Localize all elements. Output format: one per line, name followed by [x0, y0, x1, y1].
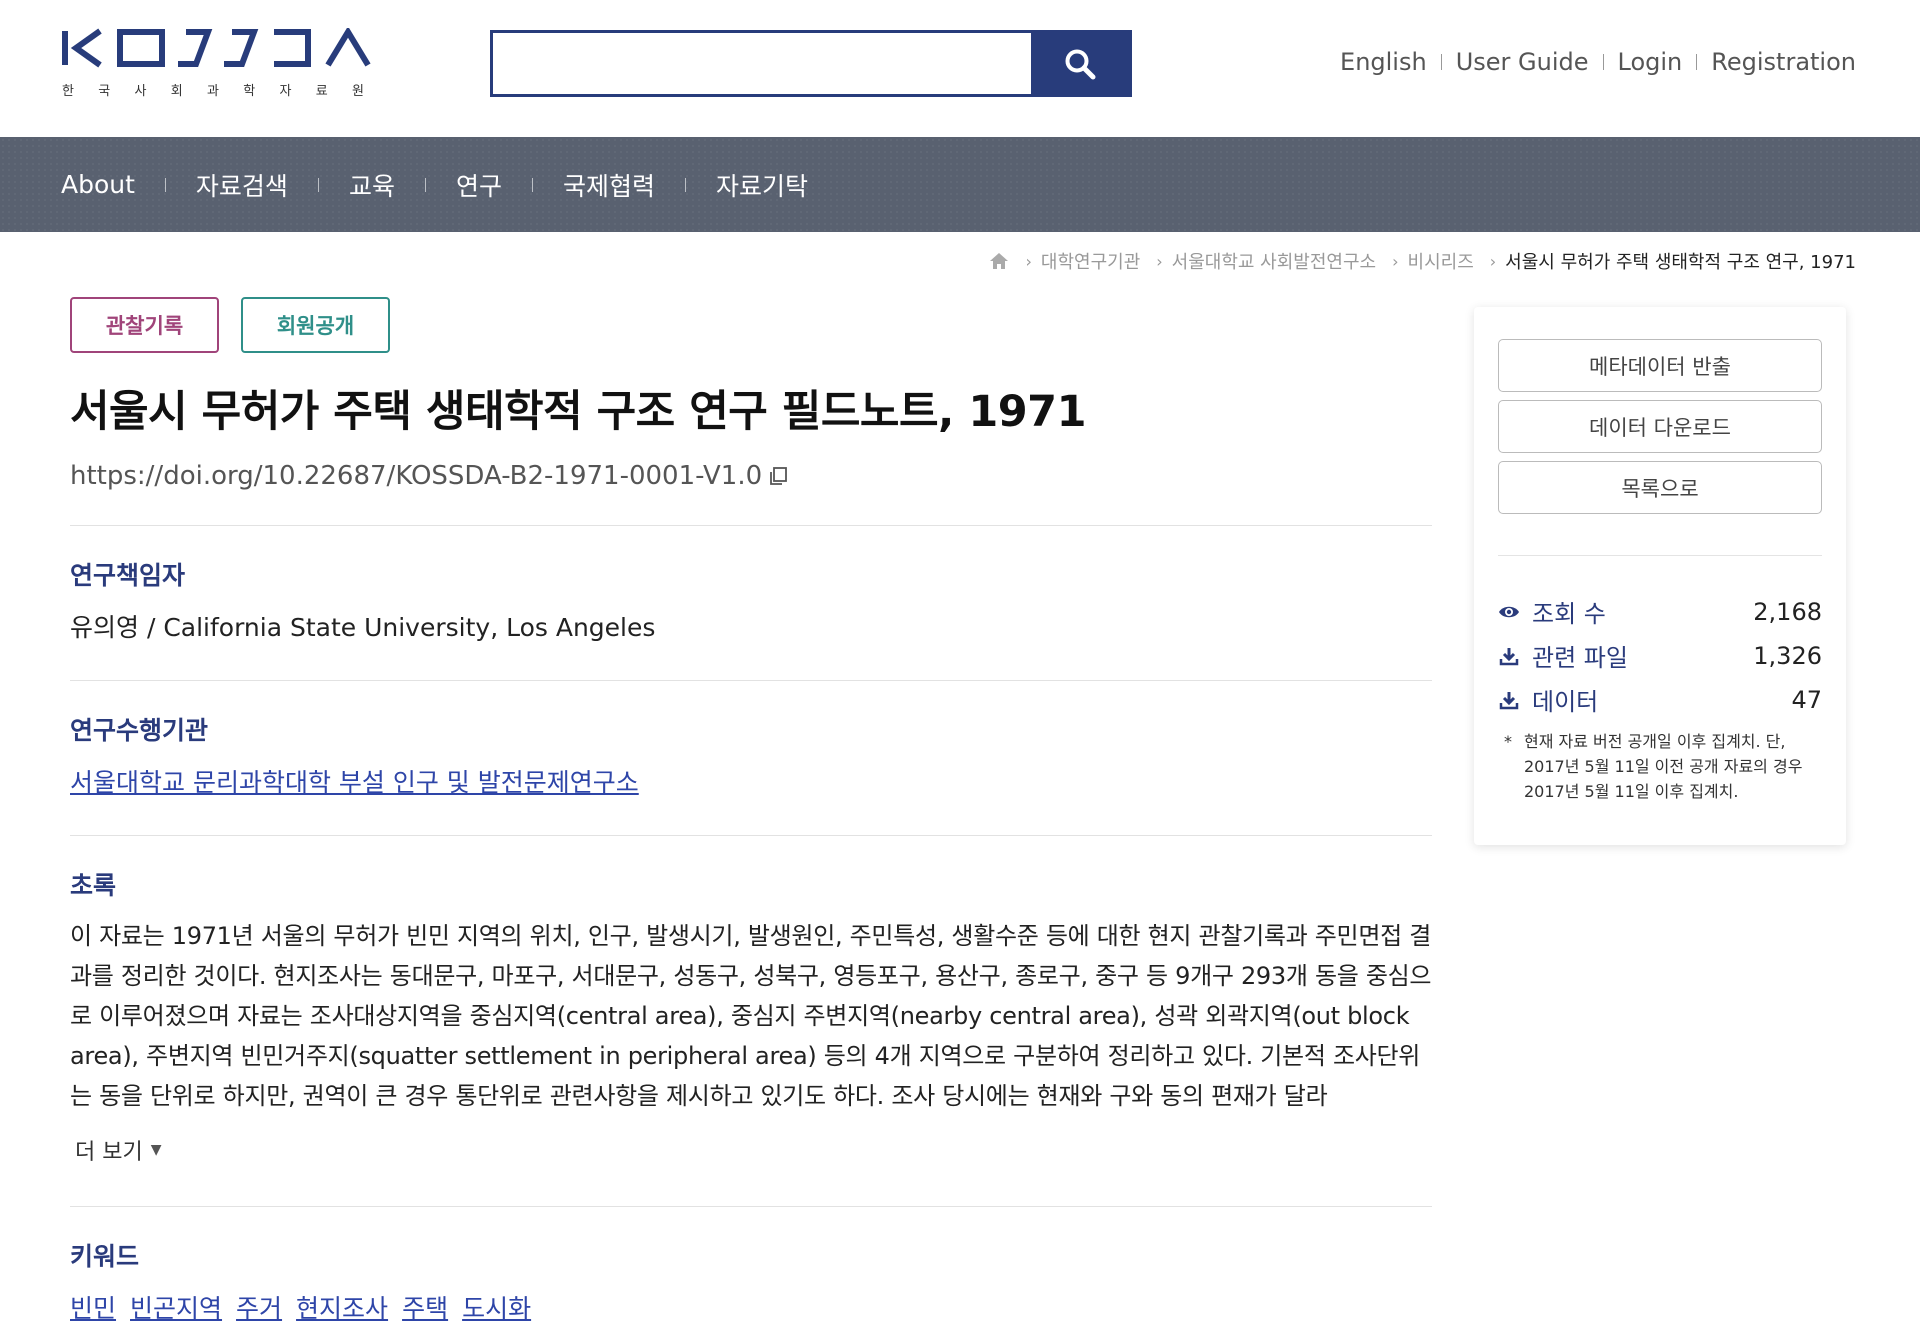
data-download-button[interactable]: 데이터 다운로드 [1498, 400, 1822, 453]
institution-label: 연구수행기관 [70, 716, 209, 745]
observation-record-badge: 관찰기록 [70, 297, 219, 353]
eye-icon [1498, 601, 1520, 623]
breadcrumb-item[interactable]: 대학연구기관 [1041, 248, 1140, 274]
view-count-stat: 조회 수 2,168 [1498, 594, 1822, 629]
english-link[interactable]: English [1340, 48, 1427, 76]
footnote-asterisk: * [1504, 732, 1512, 751]
side-divider [1498, 555, 1822, 556]
doi-row: https://doi.org/10.22687/KOSSDA-B2-1971-… [70, 461, 1432, 491]
related-files-label: 관련 파일 [1532, 644, 1628, 672]
util-separator [1696, 54, 1698, 70]
show-more-label: 더 보기 [75, 1140, 143, 1165]
main-nav: About 자료검색 교육 연구 국제협력 자료기탁 [0, 137, 1920, 232]
search-button[interactable] [1031, 33, 1129, 94]
breadcrumb-item[interactable]: 서울대학교 사회발전연구소 [1172, 248, 1376, 274]
chevron-right-icon: › [1489, 251, 1497, 271]
data-stat: 데이터 47 [1498, 682, 1822, 717]
search-icon [1065, 49, 1096, 79]
institution-link[interactable]: 서울대학교 문리과학대학 부설 인구 및 발전문제연구소 [70, 763, 639, 799]
doi-text: https://doi.org/10.22687/KOSSDA-B2-1971-… [70, 461, 763, 491]
page-title: 서울시 무허가 주택 생태학적 구조 연구 필드노트, 1971 [70, 387, 1087, 437]
data-value: 47 [1791, 685, 1822, 714]
nav-item-education[interactable]: 교육 [349, 167, 395, 203]
kossda-logo[interactable]: 한 국 사 회 과 학 자 료 원 [62, 28, 372, 104]
nav-separator [317, 177, 319, 192]
nav-separator [424, 177, 426, 192]
keyword-link[interactable]: 빈곤지역 [130, 1289, 222, 1325]
chevron-down-icon: ▼ [150, 1142, 162, 1158]
login-link[interactable]: Login [1618, 48, 1683, 76]
keyword-link[interactable]: 주거 [236, 1289, 282, 1325]
side-panel: 메타데이터 반출 데이터 다운로드 목록으로 조회 수 2,168 관련 파일 … [1474, 307, 1846, 845]
stats-footnote: * 현재 자료 버전 공개일 이후 집계치. 단, 2017년 5월 11일 이… [1504, 729, 1824, 804]
chevron-right-icon: › [1392, 251, 1399, 271]
abstract-section: 초록 이 자료는 1971년 서울의 무허가 빈민 지역의 위치, 인구, 발생… [70, 836, 1432, 1206]
search-input[interactable] [493, 33, 1031, 94]
download-icon [1498, 645, 1520, 667]
back-to-list-button[interactable]: 목록으로 [1498, 461, 1822, 514]
logo-subtitle: 한 국 사 회 과 학 자 료 원 [62, 84, 364, 99]
nav-item-data-search[interactable]: 자료검색 [196, 167, 288, 203]
keywords-label: 키워드 [70, 1242, 140, 1271]
nav-item-about[interactable]: About [61, 170, 135, 199]
pi-section: 연구책임자 유의영 / California State University,… [70, 526, 1432, 680]
nav-item-international[interactable]: 국제협력 [563, 167, 655, 203]
nav-separator [684, 177, 686, 192]
keyword-link[interactable]: 현지조사 [296, 1289, 388, 1325]
breadcrumb-current: 서울시 무허가 주택 생태학적 구조 연구, 1971 [1505, 252, 1856, 273]
search-bar [490, 30, 1132, 97]
nav-item-data-deposit[interactable]: 자료기탁 [716, 167, 808, 203]
keywords-section: 키워드 빈민 빈곤지역 주거 현지조사 주택 도시화 [70, 1207, 1432, 1325]
show-more-button[interactable]: 더 보기 ▼ [75, 1134, 162, 1166]
keyword-link[interactable]: 주택 [402, 1289, 448, 1325]
data-label: 데이터 [1532, 688, 1599, 716]
keyword-list: 빈민 빈곤지역 주거 현지조사 주택 도시화 [70, 1289, 1432, 1325]
breadcrumb: › 대학연구기관 › 서울대학교 사회발전연구소 › 비시리즈 › 서울시 무허… [989, 248, 1856, 274]
site-header: 한 국 사 회 과 학 자 료 원 English User Guide Log… [0, 0, 1920, 137]
user-guide-link[interactable]: User Guide [1456, 48, 1589, 76]
nav-separator [164, 177, 166, 192]
chevron-right-icon: › [1156, 251, 1163, 271]
home-icon[interactable] [989, 252, 1009, 270]
pi-label: 연구책임자 [70, 561, 186, 590]
pi-value: 유의영 / California State University, Los A… [70, 613, 656, 642]
institution-section: 연구수행기관 서울대학교 문리과학대학 부설 인구 및 발전문제연구소 [70, 681, 1432, 835]
footnote-text: 현재 자료 버전 공개일 이후 집계치. 단, 2017년 5월 11일 이전 … [1524, 732, 1803, 801]
member-access-badge: 회원공개 [241, 297, 390, 353]
copy-icon[interactable] [768, 466, 788, 486]
abstract-text: 이 자료는 1971년 서울의 무허가 빈민 지역의 위치, 인구, 발생시기,… [70, 922, 1432, 1110]
nav-separator [531, 177, 533, 192]
view-count-label: 조회 수 [1532, 600, 1606, 628]
util-separator [1440, 54, 1442, 70]
registration-link[interactable]: Registration [1711, 48, 1856, 76]
chevron-right-icon: › [1025, 251, 1032, 271]
nav-item-research[interactable]: 연구 [456, 167, 502, 203]
util-separator [1602, 54, 1604, 70]
related-files-stat: 관련 파일 1,326 [1498, 638, 1822, 673]
metadata-export-button[interactable]: 메타데이터 반출 [1498, 339, 1822, 392]
download-icon [1498, 689, 1520, 711]
badge-row: 관찰기록 회원공개 [70, 297, 1432, 353]
kossda-logo-mark [62, 28, 371, 68]
keyword-link[interactable]: 빈민 [70, 1289, 116, 1325]
main-content: 관찰기록 회원공개 서울시 무허가 주택 생태학적 구조 연구 필드노트, 19… [70, 297, 1432, 1325]
abstract-label: 초록 [70, 871, 117, 900]
related-files-value: 1,326 [1753, 641, 1822, 670]
keyword-link[interactable]: 도시화 [462, 1289, 531, 1325]
breadcrumb-item[interactable]: 비시리즈 [1408, 248, 1474, 274]
utility-links: English User Guide Login Registration [1340, 48, 1856, 76]
view-count-value: 2,168 [1753, 597, 1822, 626]
